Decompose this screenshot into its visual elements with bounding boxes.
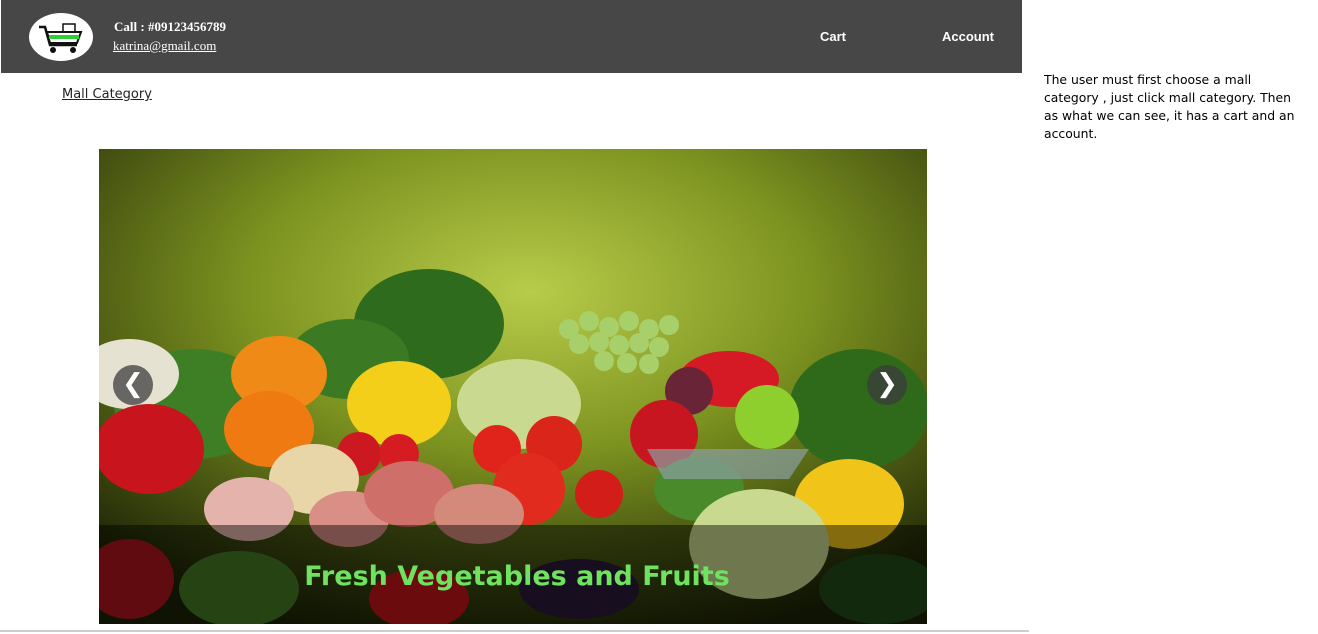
contact-email-link[interactable]: katrina@gmail.com — [113, 38, 216, 54]
chevron-left-icon[interactable]: ❮ — [113, 365, 153, 405]
cart-logo-icon[interactable] — [29, 13, 93, 61]
chevron-right-icon[interactable]: ❯ — [867, 365, 907, 405]
mall-category-link[interactable]: Mall Category — [62, 87, 152, 102]
bottom-divider — [0, 630, 1029, 632]
slide-caption: Fresh Vegetables and Fruits — [304, 561, 730, 592]
image-carousel: Fresh Vegetables and Fruits ❮ ❯ — [99, 149, 927, 624]
nav-account-link[interactable]: Account — [942, 29, 994, 44]
header-bar: Call : #09123456789 katrina@gmail.com Ca… — [1, 0, 1022, 73]
annotation-note: The user must first choose a mall catego… — [1044, 72, 1295, 141]
nav-cart-link[interactable]: Cart — [820, 29, 846, 44]
contact-phone: Call : #09123456789 — [114, 19, 226, 34]
